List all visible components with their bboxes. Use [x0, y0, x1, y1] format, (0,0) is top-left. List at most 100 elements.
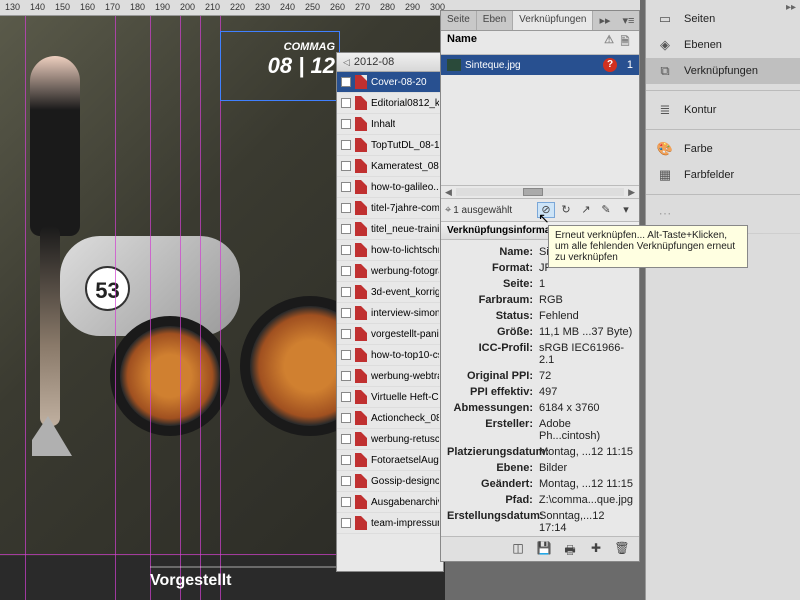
book-document-item[interactable]: how-to-top10-cs	[337, 345, 443, 366]
dock-item-collapsed[interactable]: ⋯	[646, 201, 800, 227]
dock-item-farbe[interactable]: 🎨Farbe	[646, 136, 800, 162]
tab-links[interactable]: Verknüpfungen	[513, 11, 593, 30]
checkbox[interactable]	[341, 77, 351, 87]
doc-name: Ausgabenarchiv	[371, 497, 439, 508]
tab-pages[interactable]: Seite	[441, 11, 477, 30]
link-info-row: Größe:11,1 MB ...37 Byte)	[447, 324, 633, 340]
update-link-button[interactable]: ↗	[577, 202, 595, 218]
info-key: Original PPI:	[447, 370, 539, 382]
info-key: Name:	[447, 246, 539, 258]
indesign-doc-icon	[355, 453, 367, 467]
checkbox[interactable]	[341, 119, 351, 129]
info-key: Ersteller:	[447, 418, 539, 442]
book-document-item[interactable]: titel-7jahre-com	[337, 198, 443, 219]
checkbox[interactable]	[341, 518, 351, 528]
book-document-item[interactable]: Ausgabenarchiv	[337, 492, 443, 513]
footer-print-icon[interactable]: 🖶	[561, 541, 579, 557]
checkbox[interactable]	[341, 203, 351, 213]
footer-save-icon[interactable]: 💾	[535, 541, 553, 557]
book-document-item[interactable]: werbung-fotogra	[337, 261, 443, 282]
book-document-item[interactable]: team-impressum	[337, 513, 443, 534]
book-document-item[interactable]: werbung-webtra	[337, 366, 443, 387]
checkbox[interactable]	[341, 497, 351, 507]
edit-original-button[interactable]: ✎	[597, 202, 615, 218]
link-info-row: Status:Fehlend	[447, 308, 633, 324]
checkbox[interactable]	[341, 266, 351, 276]
checkbox[interactable]	[341, 434, 351, 444]
checkbox[interactable]	[341, 413, 351, 423]
checkbox[interactable]	[341, 182, 351, 192]
section-heading[interactable]: Vorgestellt	[150, 566, 350, 590]
book-document-item[interactable]: titel_neue-trainin	[337, 219, 443, 240]
book-document-item[interactable]: Actioncheck_081	[337, 408, 443, 429]
footer-add-icon[interactable]: ✚	[587, 541, 605, 557]
links-footer: ◫ 💾 🖶 ✚ 🗑	[441, 536, 639, 561]
dock-label: Ebenen	[684, 39, 722, 51]
checkbox[interactable]	[341, 392, 351, 402]
dock-item-verknüpfungen[interactable]: ⧉Verknüpfungen	[646, 58, 800, 84]
scroll-right-icon[interactable]: ▶	[628, 187, 635, 198]
book-document-item[interactable]: how-to-galileo...	[337, 177, 443, 198]
link-page-num: 1	[621, 59, 633, 71]
ruler-tick: 130	[5, 2, 20, 12]
scroll-left-icon[interactable]: ◀	[445, 187, 452, 198]
book-header[interactable]: 2012-08	[337, 53, 443, 72]
checkbox[interactable]	[341, 455, 351, 465]
illustration-vehicle: 53	[40, 196, 340, 456]
checkbox[interactable]	[341, 329, 351, 339]
book-document-item[interactable]: how-to-lichtschra	[337, 240, 443, 261]
footer-btn-1[interactable]: ◫	[509, 541, 527, 557]
links-hscrollbar[interactable]: ◀ ▶	[441, 185, 639, 199]
book-document-item[interactable]: Inhalt	[337, 114, 443, 135]
text-frame[interactable]	[220, 31, 340, 101]
checkbox[interactable]	[341, 308, 351, 318]
checkbox[interactable]	[341, 476, 351, 486]
goto-link-button[interactable]: ↻	[557, 202, 575, 218]
checkbox[interactable]	[341, 161, 351, 171]
dock-item-kontur[interactable]: ≣Kontur	[646, 97, 800, 123]
panel-collapse-icon[interactable]: ▸▸	[593, 11, 616, 30]
checkbox[interactable]	[341, 98, 351, 108]
checkbox[interactable]	[341, 245, 351, 255]
indesign-doc-icon	[355, 96, 367, 110]
doc-name: werbung-fotogra	[371, 266, 439, 277]
book-document-item[interactable]: Cover-08-20	[337, 72, 443, 93]
book-document-item[interactable]: vorgestellt-pani	[337, 324, 443, 345]
checkbox[interactable]	[341, 224, 351, 234]
book-document-item[interactable]: Virtuelle Heft-C	[337, 387, 443, 408]
tab-layers[interactable]: Eben	[477, 11, 513, 30]
info-key: Format:	[447, 262, 539, 274]
col-page-icon: 🗎	[617, 33, 633, 52]
links-panel[interactable]: Seite Eben Verknüpfungen ▸▸ ▾≡ Name ⚠ 🗎 …	[440, 10, 640, 562]
relink-button[interactable]: ⊘	[537, 202, 555, 218]
options-icon[interactable]: ▾	[617, 202, 635, 218]
book-document-item[interactable]: FotoraetselAugu	[337, 450, 443, 471]
ruler-tick: 270	[355, 2, 370, 12]
checkbox[interactable]	[341, 287, 351, 297]
doc-name: team-impressum	[371, 518, 439, 529]
panel-menu-icon[interactable]: ▾≡	[616, 11, 640, 30]
dock-collapse-icon[interactable]: ▸▸	[786, 2, 796, 13]
scroll-thumb[interactable]	[523, 188, 543, 196]
checkbox[interactable]	[341, 371, 351, 381]
link-row-selected[interactable]: Sinteque.jpg ? 1	[441, 55, 639, 75]
indesign-doc-icon	[355, 138, 367, 152]
dock-label: Verknüpfungen	[684, 65, 758, 77]
book-document-item[interactable]: werbung-retusch	[337, 429, 443, 450]
dock-item-seiten[interactable]: ▭Seiten	[646, 6, 800, 32]
book-document-list[interactable]: Cover-08-20Editorial0812_koInhaltTopTutD…	[337, 72, 443, 534]
checkbox[interactable]	[341, 140, 351, 150]
book-document-item[interactable]: Kameratest_081	[337, 156, 443, 177]
dock-item-farbfelder[interactable]: ▦Farbfelder	[646, 162, 800, 188]
book-document-item[interactable]: Gossip-designco	[337, 471, 443, 492]
footer-trash-icon[interactable]: 🗑	[613, 541, 631, 557]
dock-item-ebenen[interactable]: ◈Ebenen	[646, 32, 800, 58]
book-document-item[interactable]: TopTutDL_08-12	[337, 135, 443, 156]
book-document-item[interactable]: Editorial0812_ko	[337, 93, 443, 114]
book-panel[interactable]: 2012-08 Cover-08-20Editorial0812_koInhal…	[336, 52, 444, 572]
book-document-item[interactable]: 3d-event_korrigi	[337, 282, 443, 303]
book-document-item[interactable]: interview-simon	[337, 303, 443, 324]
link-info-row: Ebene:Bilder	[447, 460, 633, 476]
checkbox[interactable]	[341, 350, 351, 360]
links-column-header[interactable]: Name ⚠ 🗎	[441, 31, 639, 55]
